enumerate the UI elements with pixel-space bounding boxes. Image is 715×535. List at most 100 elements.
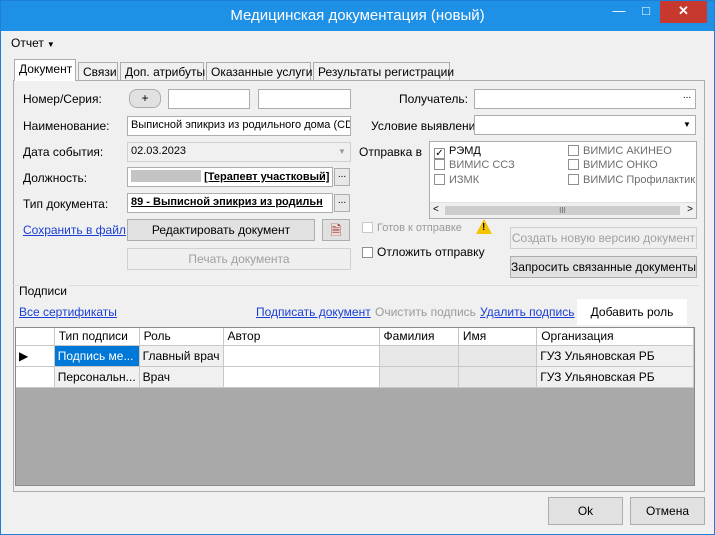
all-certificates-link[interactable]: Все сертификаты [19,305,117,319]
ok-button[interactable]: Ok [548,497,623,525]
doctype-value: 89 - Выписной эпикриз из родильн [131,196,323,208]
checkbox-icon [362,222,373,233]
tab-services[interactable]: Оказанные услуги [206,62,312,81]
horizontal-scrollbar[interactable]: < III > [430,202,696,218]
position-value: [Терапевт участковый] [204,171,330,183]
event-date-value: 02.03.2023 [131,145,187,157]
maximize-button[interactable]: □ [632,1,660,23]
postpone-send-checkbox[interactable]: Отложить отправку [362,245,485,259]
send-target-label: РЭМД [449,145,481,157]
send-target-vimis-ssz[interactable]: ВИМИС ССЗ [434,159,515,171]
number-input[interactable] [168,89,250,109]
create-new-version-button[interactable]: Создать новую версию документ [510,227,697,249]
send-target-label: ВИМИС ОНКО [583,159,658,171]
cell-signature-type[interactable]: Персональн... [54,366,140,388]
row-header-corner [16,328,55,346]
add-number-button[interactable]: + [129,89,161,108]
name-label: Наименование: [23,119,110,133]
table-header-row: Тип подписи Роль Автор Фамилия Имя Орган… [16,328,694,346]
cell-name[interactable] [458,345,538,367]
send-target-izmk[interactable]: ИЗМК [434,174,479,186]
save-to-file-link[interactable]: Сохранить в файл [23,223,126,237]
clear-signature-link[interactable]: Очистить подпись [375,305,476,319]
send-target-label: ВИМИС Профилактик [583,174,696,186]
redacted-block [131,170,201,182]
send-target-label: ВИМИС АКИНЕО [583,145,672,157]
send-target-vimis-akineo[interactable]: ВИМИС АКИНЕО [568,145,672,157]
recipient-input[interactable] [474,89,696,109]
position-input[interactable]: [Терапевт участковый] [127,167,333,187]
doctype-input[interactable]: 89 - Выписной эпикриз из родильн [127,193,333,213]
name-input[interactable]: Выписной эпикриз из родильного дома (CD [127,116,351,136]
checkbox-icon [362,247,373,258]
cell-surname[interactable] [379,366,459,388]
menu-report[interactable]: Отчет ▼ [11,36,55,50]
condition-select[interactable] [474,115,696,135]
tab-links[interactable]: Связи [78,62,118,81]
send-target-vimis-onko[interactable]: ВИМИС ОНКО [568,159,658,171]
dropdown-arrow-icon: ▼ [46,40,55,49]
minimize-button[interactable]: — [606,1,632,23]
cell-surname[interactable] [379,345,459,367]
cell-role[interactable]: Врач [139,366,224,388]
column-header[interactable]: Имя [458,328,538,346]
ready-to-send-checkbox[interactable]: Готов к отправке [362,222,462,234]
table-row[interactable]: ▶ Подпись ме... Главный врач ГУЗ Ульянов… [16,345,694,367]
checkbox-icon [568,174,579,185]
close-button[interactable]: ✕ [660,1,707,23]
edit-document-button[interactable]: Редактировать документ [127,219,315,241]
delete-signature-link[interactable]: Удалить подпись [480,305,575,319]
cell-author[interactable] [223,345,380,367]
position-label: Должность: [23,171,88,185]
title-bar[interactable]: Медицинская документация (новый) — □ ✕ [1,1,714,31]
condition-label: Условие выявления: [371,119,486,133]
cancel-button[interactable]: Отмена [630,497,705,525]
scroll-left-icon[interactable]: < [433,204,439,215]
checkbox-icon [568,159,579,170]
warning-glyph: ! [482,222,486,233]
tab-extra-attributes[interactable]: Доп. атрибуты [120,62,205,81]
column-header[interactable]: Фамилия [379,328,459,346]
cell-organization[interactable]: ГУЗ Ульяновская РБ [536,345,694,367]
ready-to-send-label: Готов к отправке [377,222,462,234]
position-lookup-button[interactable]: ... [334,168,350,186]
doctype-lookup-button[interactable]: ... [334,194,350,212]
event-date-input[interactable]: 02.03.2023 ▼ [127,142,351,162]
sign-document-link[interactable]: Подписать документ [256,305,371,319]
send-target-label: ИЗМК [449,174,480,186]
signatures-table: Тип подписи Роль Автор Фамилия Имя Орган… [15,327,695,486]
recipient-lookup-button[interactable]: ... [679,90,695,108]
dialog-window: Медицинская документация (новый) — □ ✕ О… [0,0,715,535]
cell-author[interactable] [223,366,380,388]
table-row[interactable]: Персональн... Врач ГУЗ Ульяновская РБ [16,366,694,388]
file-icon[interactable]: 🗎 [322,219,350,241]
send-target-remd[interactable]: ✓ РЭМД [434,145,481,159]
cell-role[interactable]: Главный врач [139,345,224,367]
add-role-button[interactable]: Добавить роль [577,299,687,325]
cell-name[interactable] [458,366,538,388]
request-linked-documents-button[interactable]: Запросить связанные документы [510,256,697,278]
condition-dropdown-icon[interactable]: ▼ [679,116,695,134]
signatures-label: Подписи [19,284,69,298]
row-marker-icon [16,366,55,388]
column-header[interactable]: Роль [139,328,224,346]
column-header[interactable]: Тип подписи [54,328,140,346]
cell-signature-type[interactable]: Подпись ме... [54,345,140,367]
send-to-label: Отправка в [359,145,422,159]
scroll-right-icon[interactable]: > [687,204,693,215]
scroll-thumb[interactable]: III [445,206,680,215]
column-header[interactable]: Автор [223,328,380,346]
send-target-label: ВИМИС ССЗ [449,159,515,171]
number-label: Номер/Серия: [23,92,102,106]
send-target-vimis-prof[interactable]: ВИМИС Профилактик [568,174,695,186]
tab-registration-results[interactable]: Результаты регистрации [313,62,454,81]
row-marker-icon: ▶ [16,345,55,367]
tab-document[interactable]: Документ [14,59,76,81]
checkbox-icon [434,174,445,185]
print-document-button[interactable]: Печать документа [127,248,351,270]
column-header[interactable]: Организация [536,328,694,346]
series-input[interactable] [258,89,351,109]
date-dropdown-icon[interactable]: ▼ [334,143,350,161]
cell-organization[interactable]: ГУЗ Ульяновская РБ [536,366,694,388]
checkbox-icon [568,145,579,156]
